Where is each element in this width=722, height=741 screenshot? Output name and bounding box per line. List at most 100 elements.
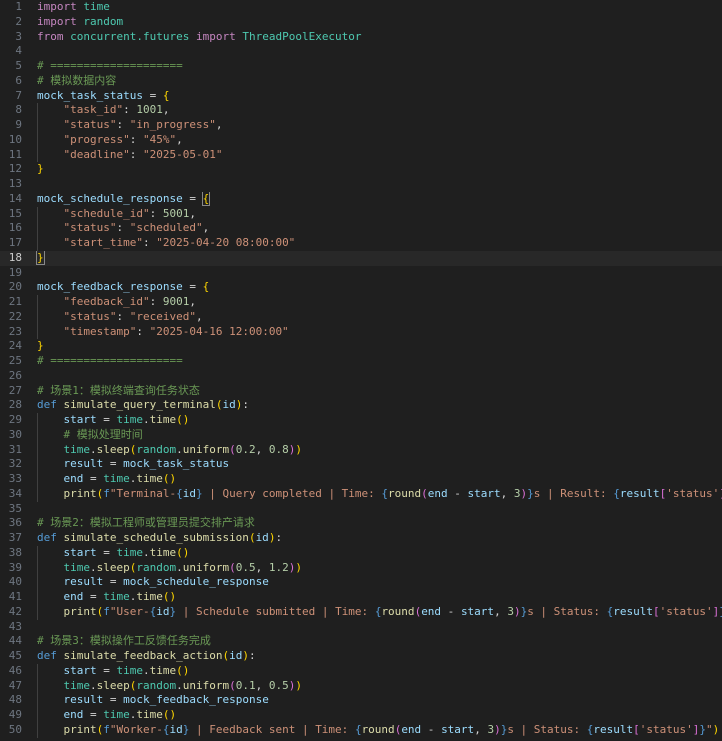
code-token: } <box>527 486 534 500</box>
code-line[interactable]: 12} <box>0 162 722 177</box>
line-number: 27 <box>8 383 22 397</box>
code-editor[interactable]: 1 import time 2 import random 3 from concurre… <box>0 0 722 741</box>
code-line[interactable]: 20 mock_feedback_response = { <box>0 280 722 295</box>
code-token: : <box>248 649 256 662</box>
code-token: [ <box>653 604 660 618</box>
code-text: # ==================== <box>22 59 722 74</box>
code-line[interactable]: 23 "timestamp": "2025-04-16 12:00:00" <box>0 324 722 340</box>
code-token: id <box>169 722 183 736</box>
code-line[interactable]: 3 from concurrent.futures import ThreadPo… <box>0 30 722 45</box>
code-line[interactable]: 38 start = time.time() <box>0 545 722 561</box>
code-line[interactable]: 41 end = time.time() <box>0 590 722 605</box>
code-text: # 模拟处理时间 <box>22 427 722 443</box>
code-line[interactable]: 36 # 场景2：模拟工程师或管理员提交排产请求 <box>0 516 722 531</box>
code-line[interactable]: 25 # ==================== <box>0 354 722 369</box>
code-line[interactable]: 31 time.sleep(random.uniform(0.2, 0.8)) <box>0 442 722 458</box>
code-line[interactable]: 19 <box>0 266 722 281</box>
code-token: "status" <box>63 221 117 235</box>
code-line[interactable]: 1 import time <box>0 0 722 15</box>
code-line[interactable]: 37 def simulate_schedule_submission(id): <box>0 531 722 546</box>
code-line[interactable]: 40 result = mock_schedule_response <box>0 575 722 590</box>
code-token: mock_task_status <box>123 457 230 471</box>
code-line[interactable]: 28 def simulate_query_terminal(id): <box>0 398 722 413</box>
code-token: [ <box>633 722 640 736</box>
line-number: 24 <box>8 339 22 353</box>
indent-guide <box>37 472 38 487</box>
code-token: : <box>242 398 249 412</box>
code-token: - <box>421 722 442 736</box>
code-line[interactable]: 8 "task_id": 1001, <box>0 103 722 118</box>
indent-guide <box>37 103 38 118</box>
code-line[interactable]: 48 result = mock_feedback_response <box>0 693 722 708</box>
code-line[interactable]: 35 <box>0 502 722 517</box>
code-token: : <box>116 221 130 235</box>
code-line[interactable]: 33 end = time.time() <box>0 472 722 487</box>
line-number: 23 <box>8 324 22 338</box>
code-token: print <box>63 604 97 618</box>
code-token: ) <box>513 604 521 618</box>
code-token: "deadline" <box>63 147 130 161</box>
line-number: 46 <box>8 663 22 677</box>
code-line[interactable]: 39 time.sleep(random.uniform(0.5, 1.2)) <box>0 560 722 576</box>
code-line[interactable]: 7 mock_task_status = { <box>0 89 722 104</box>
code-line[interactable]: 16 "status": "scheduled", <box>0 221 722 236</box>
code-line[interactable]: 42 print(f"User-{id} | Schedule submitte… <box>0 604 722 620</box>
code-line[interactable]: 47 time.sleep(random.uniform(0.1, 0.5)) <box>0 678 722 694</box>
code-line[interactable]: 17 "start_time": "2025-04-20 08:00:00" <box>0 236 722 251</box>
code-token: "2025-04-20 08:00:00" <box>156 236 296 249</box>
code-text: mock_feedback_response = { <box>22 280 722 295</box>
code-line[interactable]: 26 <box>0 369 722 384</box>
code-line[interactable]: 21 "feedback_id": 9001, <box>0 295 722 310</box>
code-token: ( <box>229 678 236 692</box>
code-line[interactable]: 11 "deadline": "2025-05-01" <box>0 147 722 163</box>
code-line[interactable]: 46 start = time.time() <box>0 663 722 679</box>
code-line[interactable]: 6 # 模拟数据内容 <box>0 74 722 89</box>
code-line[interactable]: 15 "schedule_id": 5001, <box>0 206 722 222</box>
code-line[interactable]: 32 result = mock_task_status <box>0 457 722 472</box>
line-number: 14 <box>8 191 22 205</box>
code-token: "received" <box>129 309 196 323</box>
code-line[interactable]: 24} <box>0 339 722 354</box>
code-line[interactable]: 4 <box>0 44 722 59</box>
code-text: # 场景2：模拟工程师或管理员提交排产请求 <box>22 516 722 531</box>
code-text: } <box>22 250 722 266</box>
code-token: = <box>83 472 104 485</box>
code-line[interactable]: 13 <box>0 177 722 192</box>
code-line[interactable]: 30 # 模拟处理时间 <box>0 427 722 443</box>
code-token: : <box>136 324 150 338</box>
code-line[interactable]: 49 end = time.time() <box>0 708 722 723</box>
code-line[interactable]: 10 "progress": "45%", <box>0 132 722 148</box>
code-text: result = mock_schedule_response <box>22 575 722 590</box>
code-line[interactable]: 2 import random <box>0 15 722 30</box>
code-line[interactable]: 5 # ==================== <box>0 59 722 74</box>
code-token: "Worker- <box>109 722 163 736</box>
line-number: 17 <box>8 236 22 249</box>
code-token: : <box>123 103 137 117</box>
line-number: 40 <box>8 575 22 589</box>
code-line[interactable]: 44 # 场景3：模拟操作工反馈任务完成 <box>0 634 722 649</box>
line-number: 30 <box>8 427 22 441</box>
code-line[interactable]: 43 <box>0 620 722 635</box>
code-line[interactable]: 14 mock_schedule_response = { <box>0 191 722 207</box>
code-token: end <box>401 722 422 736</box>
code-token: "status" <box>63 309 117 323</box>
code-token: end <box>63 590 84 603</box>
code-line[interactable]: 18} <box>0 250 722 266</box>
code-token: : <box>116 118 130 131</box>
code-text: "timestamp": "2025-04-16 12:00:00" <box>22 324 722 340</box>
code-line[interactable]: 50 print(f"Worker-{id} | Feedback sent |… <box>0 722 722 738</box>
code-token: , <box>500 486 514 500</box>
code-line[interactable]: 9 "status": "in_progress", <box>0 118 722 133</box>
code-token: from <box>37 29 64 43</box>
code-line[interactable]: 22 "status": "received", <box>0 309 722 325</box>
line-number: 5 <box>15 59 22 72</box>
code-line[interactable]: 45 def simulate_feedback_action(id): <box>0 649 722 664</box>
code-line[interactable]: 27 # 场景1：模拟终端查询任务状态 <box>0 384 722 399</box>
code-line[interactable]: 34 print(f"Terminal-{id} | Query complet… <box>0 486 722 502</box>
code-line[interactable]: 29 start = time.time() <box>0 413 722 428</box>
